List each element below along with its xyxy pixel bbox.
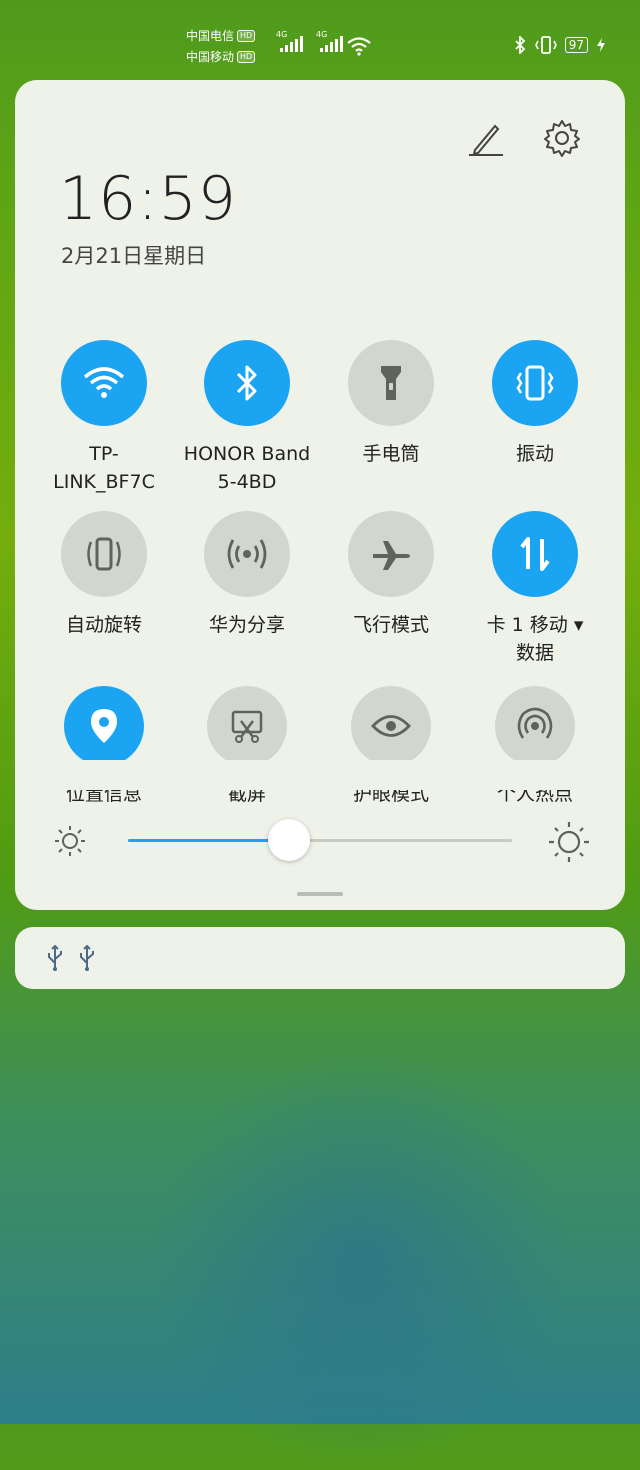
brightness-low-icon — [55, 826, 85, 856]
tile-wifi-label-2: LINK_BF7C — [53, 471, 155, 493]
screenshot-icon — [231, 710, 263, 743]
tile-label: 华为分享 — [208, 614, 285, 636]
tile-mobile-data-button[interactable] — [492, 511, 578, 597]
network-type-1: 4G — [276, 30, 288, 39]
tiles-clip-mask — [15, 760, 625, 790]
tile-huawei-share-button[interactable] — [204, 511, 290, 597]
signal-icon: 4G — [316, 30, 343, 52]
tile-wifi[interactable]: TP- LINK_BF7C — [34, 340, 174, 496]
tile-airplane-button[interactable] — [348, 511, 434, 597]
bluetooth-icon — [236, 365, 257, 401]
flashlight-icon — [381, 366, 401, 400]
tile-location-button[interactable] — [64, 686, 144, 766]
tile-huawei-share[interactable]: 华为分享 — [177, 511, 317, 639]
status-bar: 中国电信 HD 中国移动 HD 4G 4G 97 — [0, 0, 640, 80]
carrier-2-name: 中国移动 — [186, 50, 235, 64]
tile-bluetooth-button[interactable] — [204, 340, 290, 426]
brightness-row — [15, 810, 625, 870]
tile-mobile-data[interactable]: 卡 1 移动 ▾ 数据 — [465, 511, 605, 667]
huawei-share-icon — [227, 539, 267, 569]
tile-mobile-data-label-1: 卡 1 移动 ▾ — [486, 614, 584, 636]
wifi-status-icon — [347, 37, 371, 56]
carrier-1-name: 中国电信 — [186, 29, 235, 43]
brightness-slider-thumb[interactable] — [268, 819, 310, 861]
vibrate-icon — [516, 365, 554, 401]
tile-label: 卡 1 移动 ▾ 数据 — [465, 611, 605, 667]
brightness-slider-fill — [128, 839, 289, 842]
tile-vibrate-button[interactable] — [492, 340, 578, 426]
hotspot-icon — [517, 707, 553, 739]
hd-badge: HD — [237, 30, 256, 42]
tile-label: 飞行模式 — [352, 614, 429, 636]
battery-indicator: 97 — [564, 37, 588, 53]
charging-icon — [597, 38, 605, 52]
tile-eye-comfort-button[interactable] — [351, 686, 431, 766]
carrier-1: 中国电信 HD — [186, 29, 256, 43]
usb-icon — [48, 945, 62, 971]
bluetooth-status-icon — [515, 36, 525, 54]
tile-bluetooth[interactable]: HONOR Band 5-4BD — [177, 340, 317, 496]
tile-wifi-button[interactable] — [61, 340, 147, 426]
tile-flashlight[interactable]: 手电筒 — [321, 340, 461, 468]
location-icon — [91, 709, 117, 743]
vibrate-status-icon — [534, 36, 557, 54]
tile-bluetooth-label-1: HONOR Band — [183, 443, 311, 465]
tile-flashlight-button[interactable] — [348, 340, 434, 426]
quick-settings-panel: 16:59 2月21日星期日 TP- LINK_BF7C HONOR Band … — [15, 80, 625, 910]
tile-label: 自动旋转 — [65, 614, 142, 636]
gear-icon[interactable] — [542, 118, 582, 158]
status-right: 97 — [513, 36, 606, 54]
eye-comfort-icon — [371, 715, 411, 737]
tile-bluetooth-label-2: 5-4BD — [217, 471, 277, 493]
tile-label: TP- LINK_BF7C — [34, 440, 174, 496]
airplane-icon — [373, 541, 410, 570]
wifi-icon — [83, 367, 125, 398]
date: 2月21日星期日 — [61, 244, 207, 268]
panel-drag-handle[interactable] — [297, 892, 343, 896]
tile-screenshot-button[interactable] — [207, 686, 287, 766]
tile-label: 手电筒 — [362, 443, 420, 465]
tile-hotspot-button[interactable] — [495, 686, 575, 766]
clock: 16:59 — [59, 164, 237, 234]
tile-airplane[interactable]: 飞行模式 — [321, 511, 461, 639]
pencil-icon[interactable] — [465, 118, 505, 158]
mobile-data-icon — [520, 537, 550, 571]
network-type-2: 4G — [316, 30, 328, 39]
carrier-2: 中国移动 HD — [186, 50, 256, 64]
brightness-high-icon — [549, 822, 589, 862]
tile-vibrate[interactable]: 振动 — [465, 340, 605, 468]
tile-wifi-label-1: TP- — [89, 443, 119, 465]
tile-label: HONOR Band 5-4BD — [177, 440, 317, 496]
signal-icon: 4G — [276, 30, 303, 52]
tile-auto-rotate[interactable]: 自动旋转 — [34, 511, 174, 639]
tile-mobile-data-label-2: 数据 — [515, 642, 554, 664]
tile-auto-rotate-button[interactable] — [61, 511, 147, 597]
hd-badge: HD — [237, 51, 256, 63]
notification-card[interactable] — [15, 927, 625, 989]
brightness-slider[interactable] — [128, 819, 512, 861]
usb-icon — [80, 945, 94, 971]
auto-rotate-icon — [87, 537, 121, 571]
wallpaper-blob — [150, 1050, 570, 1470]
tile-label: 振动 — [515, 443, 554, 465]
